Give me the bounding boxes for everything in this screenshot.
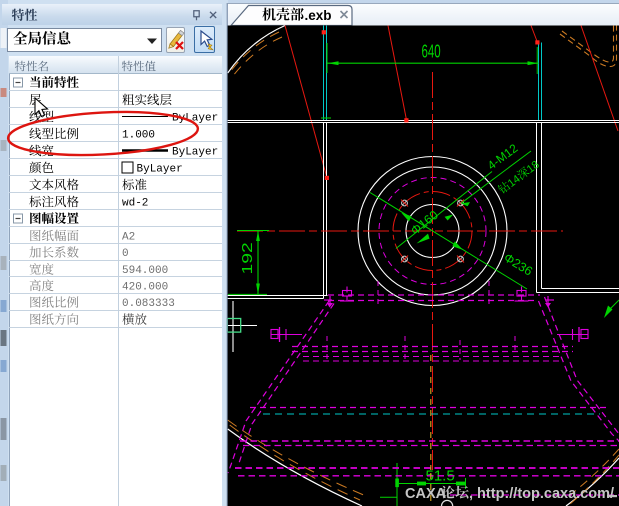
svg-text:wd-2: wd-2 — [122, 198, 148, 210]
svg-text:CAXA: CAXA — [405, 486, 447, 502]
svg-text:A2: A2 — [122, 232, 135, 244]
svg-text:ByLayer: ByLayer — [137, 164, 183, 176]
svg-text:420.000: 420.000 — [122, 282, 168, 294]
svg-text:594.000: 594.000 — [122, 265, 168, 277]
svg-text:640: 640 — [422, 42, 441, 63]
svg-text:, http://top.caxa.com/: , http://top.caxa.com/ — [469, 486, 614, 502]
svg-text:ByLayer: ByLayer — [172, 147, 218, 159]
svg-text:1.000: 1.000 — [122, 130, 155, 142]
svg-text:0.083333: 0.083333 — [122, 298, 175, 310]
svg-text:192: 192 — [238, 242, 255, 274]
svg-text:0: 0 — [122, 248, 129, 260]
svg-text:.exb: .exb — [305, 8, 332, 23]
